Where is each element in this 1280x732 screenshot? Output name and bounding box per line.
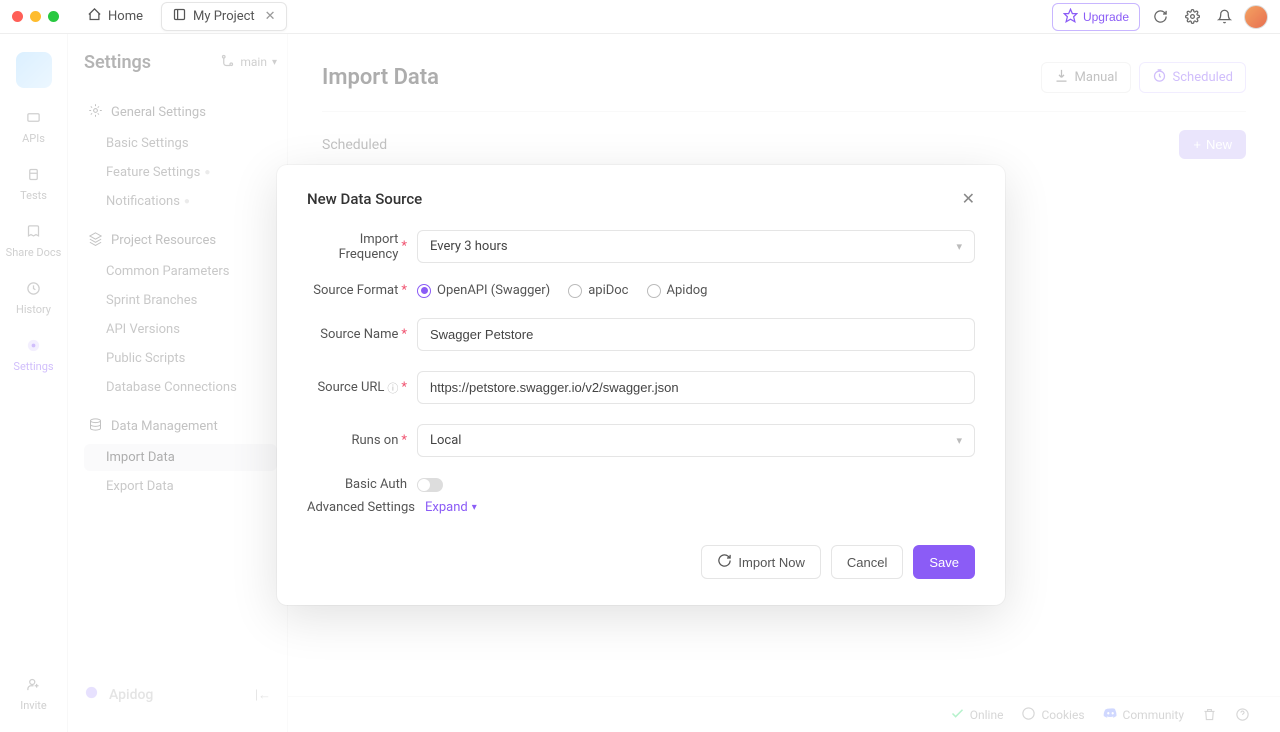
modal-title: New Data Source xyxy=(307,190,422,208)
label-source-format: Source Format* xyxy=(307,283,407,298)
radio-input xyxy=(647,284,661,298)
radio-input xyxy=(417,284,431,298)
project-tab[interactable]: My Project ✕ xyxy=(161,2,287,31)
radio-label: Apidog xyxy=(667,283,708,298)
chevron-down-icon: ▾ xyxy=(472,502,477,513)
project-tab-label: My Project xyxy=(193,9,255,24)
gear-icon[interactable] xyxy=(1180,5,1204,29)
cancel-button[interactable]: Cancel xyxy=(831,545,903,579)
label-runs-on: Runs on* xyxy=(307,433,407,448)
select-value: Every 3 hours xyxy=(430,239,508,254)
titlebar: Home My Project ✕ Upgrade xyxy=(0,0,1280,34)
runs-on-select[interactable]: Local ▾ xyxy=(417,424,975,457)
upgrade-label: Upgrade xyxy=(1083,10,1129,24)
radio-openapi[interactable]: OpenAPI (Swagger) xyxy=(417,283,550,298)
source-url-input[interactable] xyxy=(417,371,975,404)
advanced-settings-label: Advanced Settings xyxy=(307,500,415,515)
info-icon[interactable]: ⓘ xyxy=(387,380,398,396)
close-window[interactable] xyxy=(12,11,23,22)
chevron-down-icon: ▾ xyxy=(956,434,962,447)
radio-label: OpenAPI (Swagger) xyxy=(437,283,550,298)
maximize-window[interactable] xyxy=(48,11,59,22)
project-icon xyxy=(172,7,187,26)
new-data-source-modal: New Data Source ✕ Import Frequency* Ever… xyxy=(277,165,1005,605)
home-label: Home xyxy=(108,9,143,24)
chevron-down-icon: ▾ xyxy=(956,240,962,253)
label-source-url: Source URL ⓘ * xyxy=(307,380,407,396)
button-label: Import Now xyxy=(738,555,804,570)
upgrade-button[interactable]: Upgrade xyxy=(1052,3,1140,31)
import-now-button[interactable]: Import Now xyxy=(701,545,820,579)
basic-auth-toggle[interactable] xyxy=(417,478,443,492)
refresh-icon[interactable] xyxy=(1148,5,1172,29)
save-button[interactable]: Save xyxy=(913,545,975,579)
import-frequency-select[interactable]: Every 3 hours ▾ xyxy=(417,230,975,263)
button-label: Save xyxy=(929,555,959,570)
expand-label: Expand xyxy=(425,500,468,515)
label-source-name: Source Name* xyxy=(307,327,407,342)
radio-label: apiDoc xyxy=(588,283,628,298)
rocket-icon xyxy=(1063,8,1078,26)
label-basic-auth: Basic Auth xyxy=(307,477,407,492)
user-avatar[interactable] xyxy=(1244,5,1268,29)
expand-link[interactable]: Expand ▾ xyxy=(425,500,477,515)
bell-icon[interactable] xyxy=(1212,5,1236,29)
radio-apidoc[interactable]: apiDoc xyxy=(568,283,628,298)
refresh-icon xyxy=(717,553,732,571)
select-value: Local xyxy=(430,433,461,448)
radio-apidog[interactable]: Apidog xyxy=(647,283,708,298)
label-import-frequency: Import Frequency* xyxy=(307,232,407,262)
close-tab-icon[interactable]: ✕ xyxy=(265,9,276,24)
minimize-window[interactable] xyxy=(30,11,41,22)
home-tab[interactable]: Home xyxy=(77,3,153,30)
button-label: Cancel xyxy=(847,555,887,570)
close-icon[interactable]: ✕ xyxy=(962,189,975,208)
source-name-input[interactable] xyxy=(417,318,975,351)
home-icon xyxy=(87,7,102,26)
window-controls xyxy=(12,11,59,22)
radio-input xyxy=(568,284,582,298)
